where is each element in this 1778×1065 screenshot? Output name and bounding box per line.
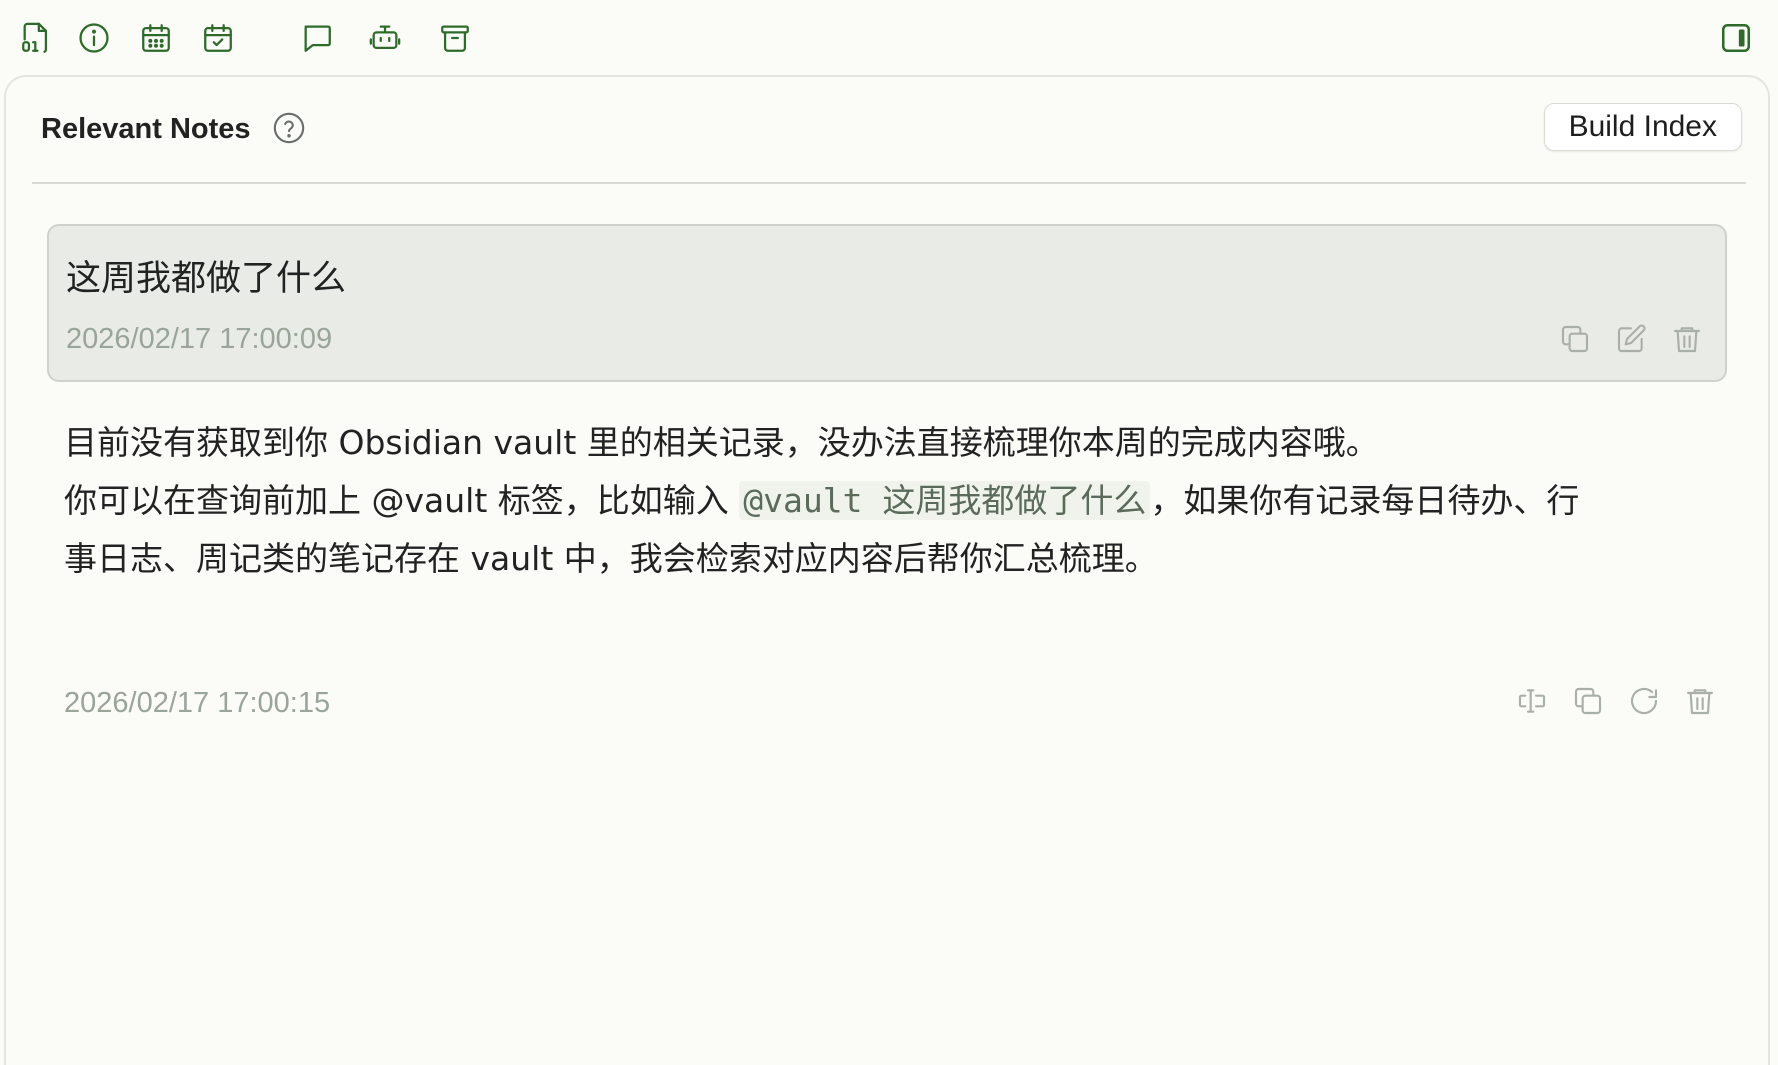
calendar-icon[interactable] bbox=[137, 18, 175, 58]
assistant-message: 目前没有获取到你 Obsidian vault 里的相关记录，没办法直接梳理你本… bbox=[64, 414, 1724, 588]
build-index-button[interactable]: Build Index bbox=[1543, 103, 1742, 151]
chat-icon[interactable] bbox=[298, 18, 336, 58]
delete-icon[interactable] bbox=[1682, 683, 1718, 719]
inline-code: @vault 这周我都做了什么 bbox=[739, 481, 1151, 520]
relevant-notes-panel: Relevant Notes Build Index 这周我都做了什么 2026… bbox=[4, 75, 1770, 1065]
copy-icon[interactable] bbox=[1570, 683, 1606, 719]
sidebar-toggle-icon[interactable] bbox=[1717, 18, 1755, 58]
assistant-line-3: 事日志、周记类的笔记存在 vault 中，我会检索对应内容后帮你汇总梳理。 bbox=[64, 539, 1158, 578]
copy-icon[interactable] bbox=[1557, 321, 1593, 357]
info-icon[interactable] bbox=[75, 18, 113, 58]
delete-icon[interactable] bbox=[1669, 321, 1705, 357]
assistant-message-text: 目前没有获取到你 Obsidian vault 里的相关记录，没办法直接梳理你本… bbox=[64, 414, 1724, 588]
assistant-line-2-end: ，如果你有记录每日待办、行 bbox=[1150, 481, 1580, 520]
archive-icon[interactable] bbox=[436, 18, 474, 58]
view-toolbar bbox=[0, 0, 1778, 76]
panel-title: Relevant Notes bbox=[41, 113, 251, 145]
user-message-time: 2026/02/17 17:00:09 bbox=[66, 323, 333, 355]
regenerate-icon[interactable] bbox=[1626, 683, 1662, 719]
calendar-check-icon[interactable] bbox=[199, 18, 237, 58]
binary-file-icon[interactable] bbox=[17, 18, 55, 58]
assistant-line-2: 你可以在查询前加上 @vault 标签，比如输入 @vault 这周我都做了什么… bbox=[64, 472, 1724, 530]
assistant-line-1: 目前没有获取到你 Obsidian vault 里的相关记录，没办法直接梳理你本… bbox=[64, 423, 1379, 462]
assistant-message-time: 2026/02/17 17:00:15 bbox=[64, 687, 331, 719]
question-circle-icon[interactable] bbox=[272, 111, 306, 145]
assistant-message-actions bbox=[1514, 683, 1718, 719]
header-divider bbox=[32, 182, 1746, 184]
user-message-actions bbox=[1557, 321, 1705, 357]
assistant-line-2-start: 你可以在查询前加上 @vault 标签，比如输入 bbox=[64, 481, 740, 520]
robot-icon[interactable] bbox=[366, 18, 404, 58]
user-message: 这周我都做了什么 2026/02/17 17:00:09 bbox=[47, 224, 1727, 382]
insert-text-icon[interactable] bbox=[1514, 683, 1550, 719]
edit-icon[interactable] bbox=[1613, 321, 1649, 357]
panel-header: Relevant Notes Build Index bbox=[6, 77, 1768, 183]
user-message-text: 这周我都做了什么 bbox=[66, 259, 347, 299]
